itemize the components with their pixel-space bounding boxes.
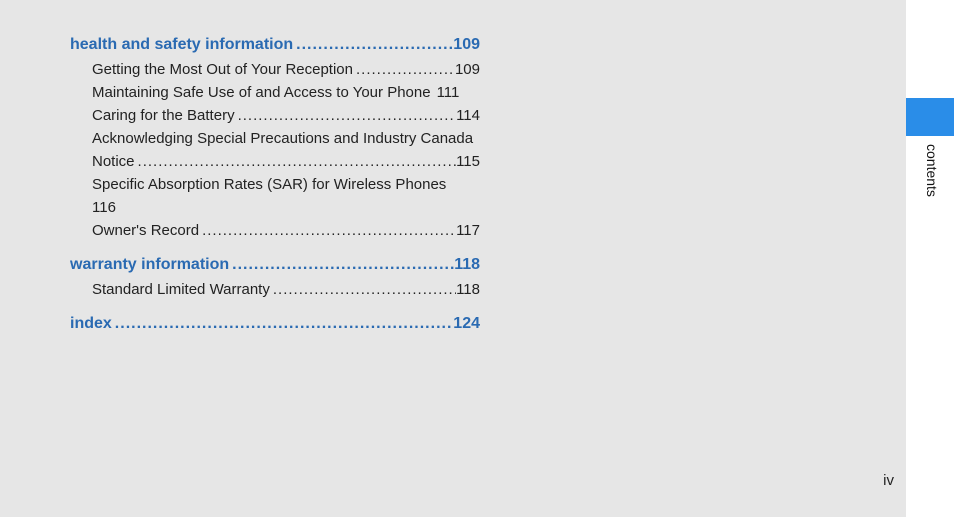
section-heading: warranty information....................… xyxy=(70,256,480,274)
section-page: 109 xyxy=(453,36,480,54)
section-heading: health and safety information...........… xyxy=(70,36,480,54)
entry-title: Getting the Most Out of Your Reception xyxy=(92,58,353,81)
entry-page: 117 xyxy=(456,219,480,242)
side-section-label: contents xyxy=(924,144,940,197)
dot-leader: ........................................… xyxy=(235,104,457,127)
toc-entry: Caring for the Battery..................… xyxy=(92,104,480,127)
entry-page: 114 xyxy=(456,104,480,127)
dot-leader: ........................................… xyxy=(135,150,457,173)
section-title: index xyxy=(70,315,112,333)
entry-title: Owner's Record xyxy=(92,219,199,242)
entry-page: 115 xyxy=(456,150,480,173)
entry-page: 109 xyxy=(455,58,480,81)
toc-entry: Owner's Record..........................… xyxy=(92,219,480,242)
toc-entry: Notice..................................… xyxy=(92,150,480,173)
entry-title: Caring for the Battery xyxy=(92,104,235,127)
sub-entries: Getting the Most Out of Your Reception..… xyxy=(70,58,480,242)
toc-entry: Standard Limited Warranty...............… xyxy=(92,278,480,301)
section-page: 118 xyxy=(454,256,480,274)
section-page: 124 xyxy=(453,315,480,333)
entry-page: 116 xyxy=(92,196,480,219)
dot-leader: ........................................… xyxy=(353,58,455,81)
sub-entries: Standard Limited Warranty...............… xyxy=(70,278,480,301)
page-number: iv xyxy=(883,472,894,489)
dot-leader: ........................................… xyxy=(112,315,454,333)
section-title: warranty information xyxy=(70,256,229,274)
entry-title: Notice xyxy=(92,150,135,173)
dot-leader: ........................................… xyxy=(293,36,453,54)
section-title: health and safety information xyxy=(70,36,293,54)
entry-title: Maintaining Safe Use of and Access to Yo… xyxy=(92,81,431,104)
entry-page: 111 xyxy=(431,81,460,104)
entry-title: Standard Limited Warranty xyxy=(92,278,270,301)
toc-entry: Getting the Most Out of Your Reception..… xyxy=(92,58,480,81)
table-of-contents: health and safety information...........… xyxy=(70,36,480,333)
dot-leader: ........................................… xyxy=(229,256,454,274)
toc-entry: Maintaining Safe Use of and Access to Yo… xyxy=(92,81,480,104)
dot-leader: ........................................… xyxy=(199,219,456,242)
entry-page: 118 xyxy=(456,278,480,301)
section-heading: index...................................… xyxy=(70,315,480,333)
entry-line: Specific Absorption Rates (SAR) for Wire… xyxy=(92,173,480,196)
dot-leader: ........................................… xyxy=(270,278,456,301)
page-background: health and safety information...........… xyxy=(0,0,906,517)
entry-line: Acknowledging Special Precautions and In… xyxy=(92,127,480,150)
side-tab-marker xyxy=(906,98,954,136)
